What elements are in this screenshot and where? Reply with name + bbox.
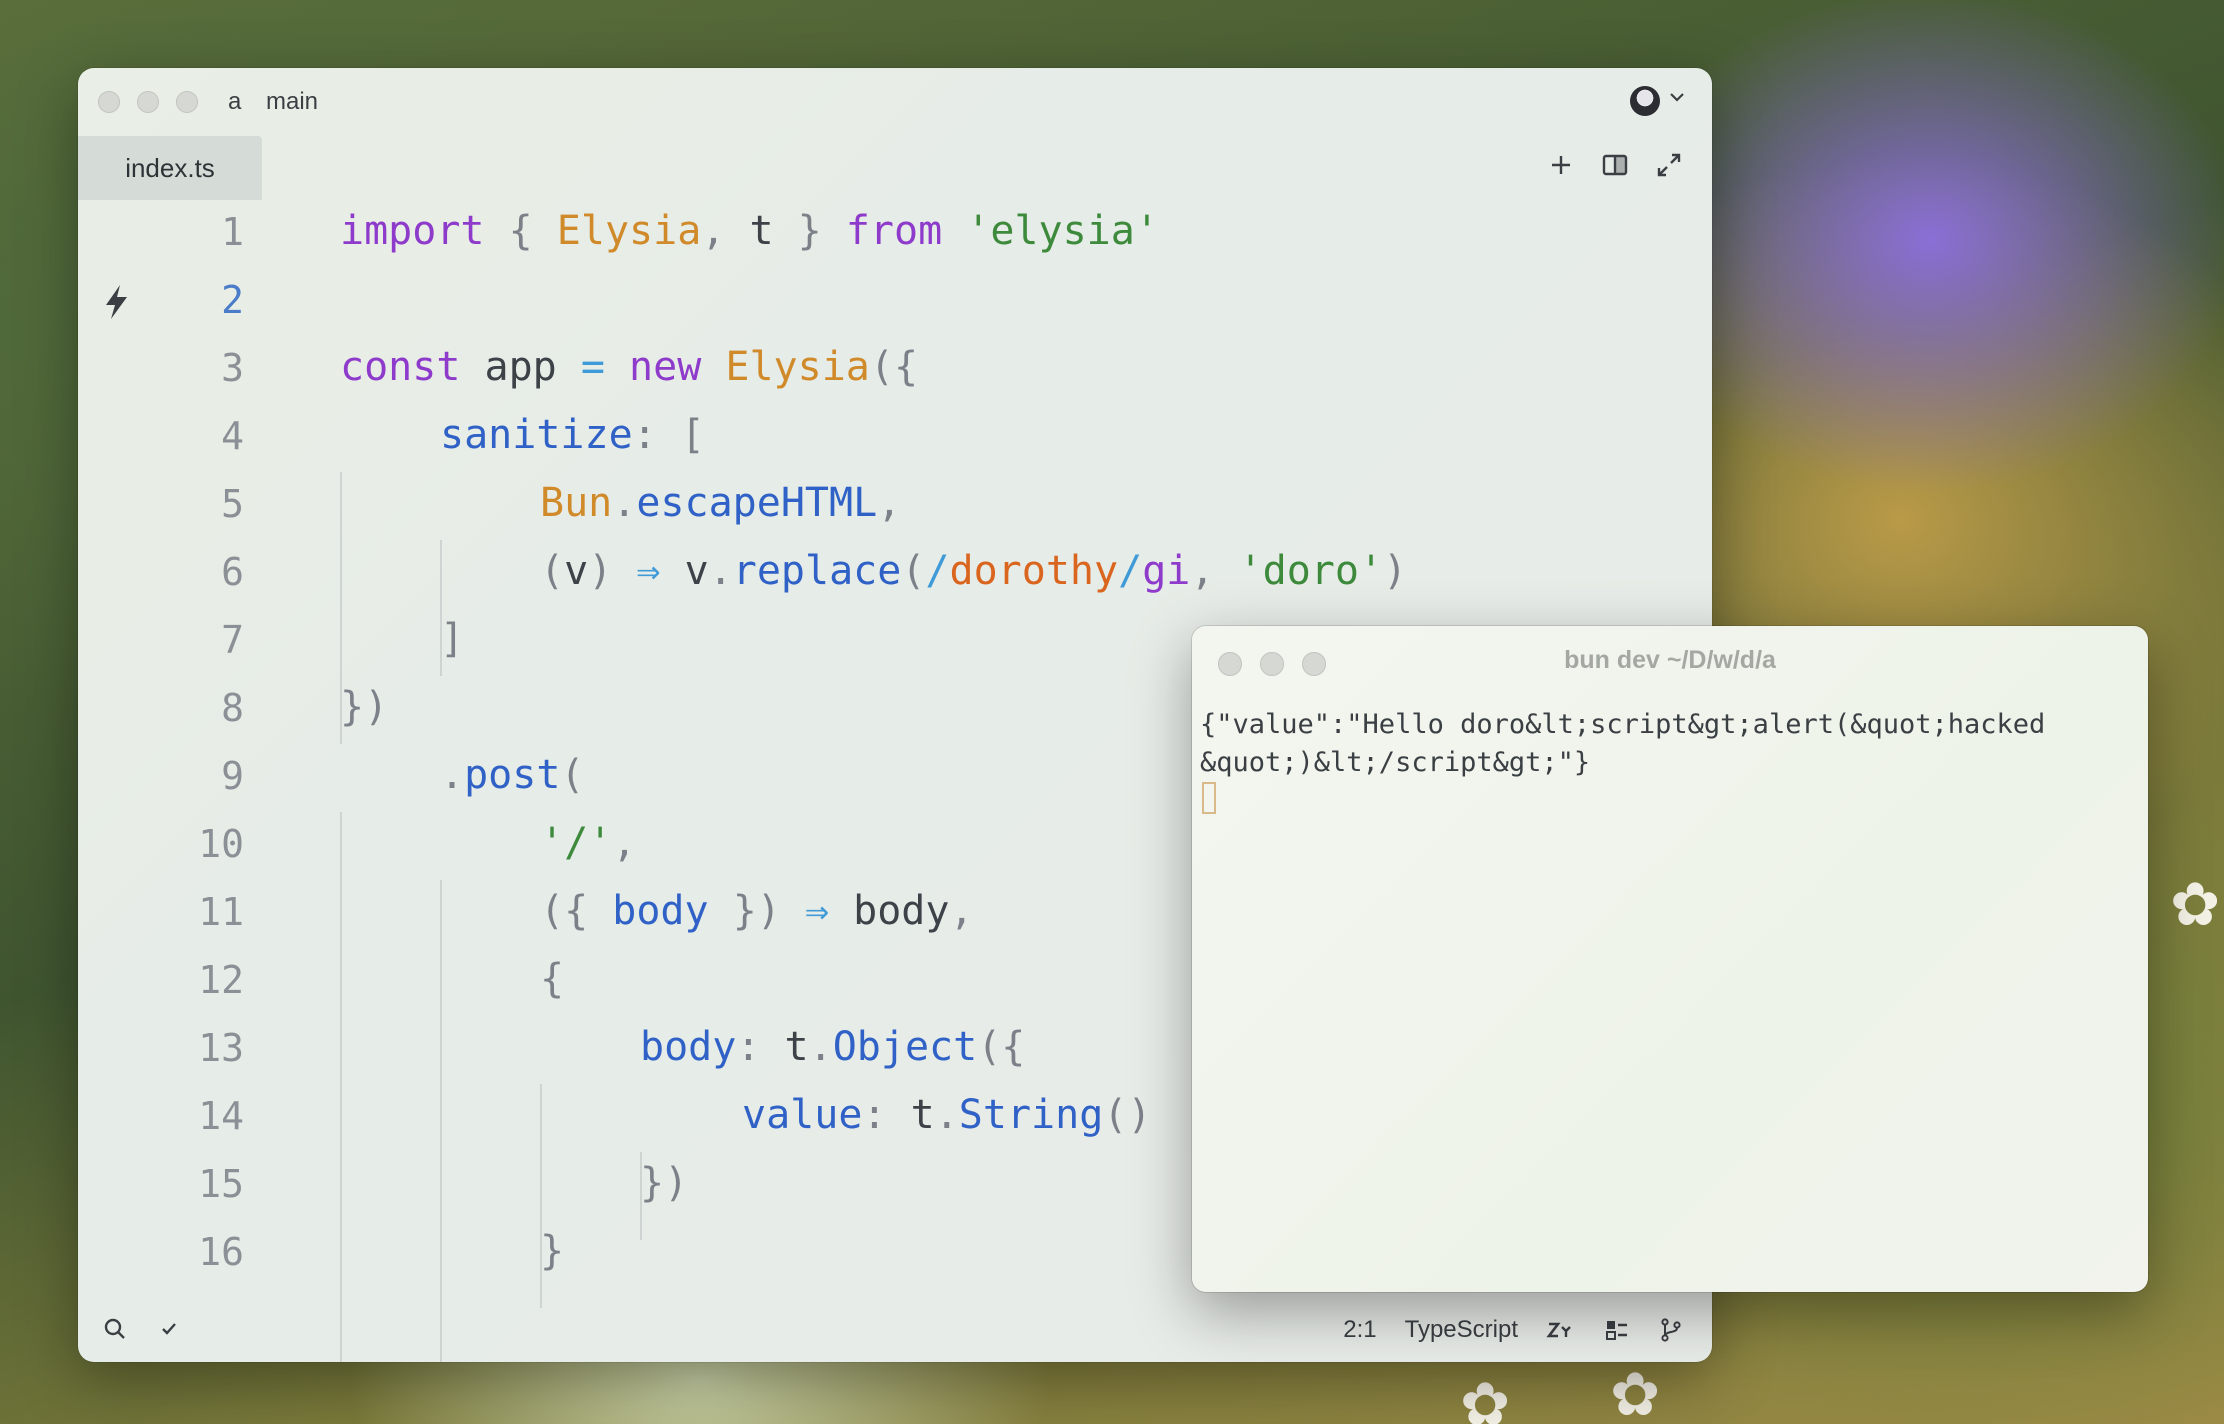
output-line: {"value":"Hello doro&lt;script&gt;alert(… [1200,709,2046,740]
code-text: value: t.String() [742,1092,1152,1138]
tab-actions [1546,150,1684,180]
status-bar-left [102,1316,182,1342]
code-text: }) [640,1160,689,1206]
daisy-decoration: ✿ [2170,871,2221,938]
line-number: 3 [221,346,244,390]
code-text: }) [340,684,389,730]
close-button[interactable] [98,91,120,113]
line-number: 2 [221,278,244,322]
minimize-button[interactable] [137,91,159,113]
output-line: &quot;)&lt;/script&gt;"} [1200,747,1591,778]
code-line: 3 const app = new Elysia({ [78,336,1712,404]
terminal-cursor [1202,782,1216,814]
line-number: 13 [198,1026,244,1070]
code-line: 4 sanitize: [ [78,404,1712,472]
title-bar: a main [78,68,1712,136]
line-number: 4 [221,414,244,458]
git-branch-icon[interactable] [1658,1317,1684,1343]
line-number: 14 [198,1094,244,1138]
line-number: 15 [198,1162,244,1206]
code-text: body: t.Object({ [640,1024,1026,1070]
code-text: } [540,1228,565,1274]
terminal-output: {"value":"Hello doro&lt;script&gt;alert(… [1200,706,2140,782]
window-controls [98,91,198,113]
code-text: { [540,956,565,1002]
daisy-decoration: ✿ [1610,1361,1661,1424]
code-line: 1 import { Elysia, t } from 'elysia' [78,200,1712,268]
checkmark-icon[interactable] [156,1316,182,1342]
code-line: 5 Bun.escapeHTML, [78,472,1712,540]
terminal-title-bar: bun dev ~/D/w/d/a [1192,626,2148,682]
search-icon[interactable] [102,1316,128,1342]
code-text: import { Elysia, t } from 'elysia' [340,208,1159,254]
terminal-window[interactable]: bun dev ~/D/w/d/a {"value":"Hello doro&l… [1192,626,2148,1292]
line-number: 16 [198,1230,244,1274]
chevron-down-icon[interactable] [1666,86,1688,108]
user-avatar[interactable] [1630,86,1660,116]
code-text: const app = new Elysia({ [340,344,919,390]
desktop-wallpaper: ✿ ✿ ✿ a main index.ts 1 import {Elysia,… [0,0,2224,1424]
expand-icon[interactable] [1654,150,1684,180]
plus-icon[interactable] [1546,150,1576,180]
line-number: 1 [221,210,244,254]
line-number: 9 [221,754,244,798]
line-number: 5 [221,482,244,526]
branch-name[interactable]: main [266,88,318,116]
code-line-active: 2 [78,268,1712,336]
code-text: ] [440,616,465,662]
line-number: 11 [198,890,244,934]
daisy-decoration: ✿ [1460,1371,1511,1424]
project-name[interactable]: a [228,88,241,116]
code-text: ({ body }) ⇒ body, [540,888,974,934]
line-number: 10 [198,822,244,866]
code-text: sanitize: [ [440,412,705,458]
ai-assistant-icon[interactable] [1546,1317,1576,1343]
tab-bar: index.ts [78,136,1712,200]
code-text: '/', [540,820,637,866]
line-number: 6 [221,550,244,594]
line-number: 12 [198,958,244,1002]
cursor-position[interactable]: 2:1 [1343,1316,1376,1344]
split-pane-icon[interactable] [1600,150,1630,180]
code-text: (v) ⇒ v.replace(/dorothy/gi, 'doro') [540,548,1408,594]
line-number: 8 [221,686,244,730]
outline-panel-icon[interactable] [1604,1317,1630,1343]
code-line: 6 (v) ⇒ v.replace(/dorothy/gi, 'doro') [78,540,1712,608]
language-mode[interactable]: TypeScript [1405,1316,1518,1344]
status-bar-right: 2:1 TypeScript [1343,1316,1684,1344]
tab-index-ts[interactable]: index.ts [78,136,262,200]
line-number: 7 [221,618,244,662]
code-text: Bun.escapeHTML, [540,480,902,526]
status-bar: 2:1 TypeScript [78,1300,1712,1362]
zoom-button[interactable] [176,91,198,113]
terminal-title: bun dev ~/D/w/d/a [1564,646,1776,674]
code-text: .post( [440,752,585,798]
